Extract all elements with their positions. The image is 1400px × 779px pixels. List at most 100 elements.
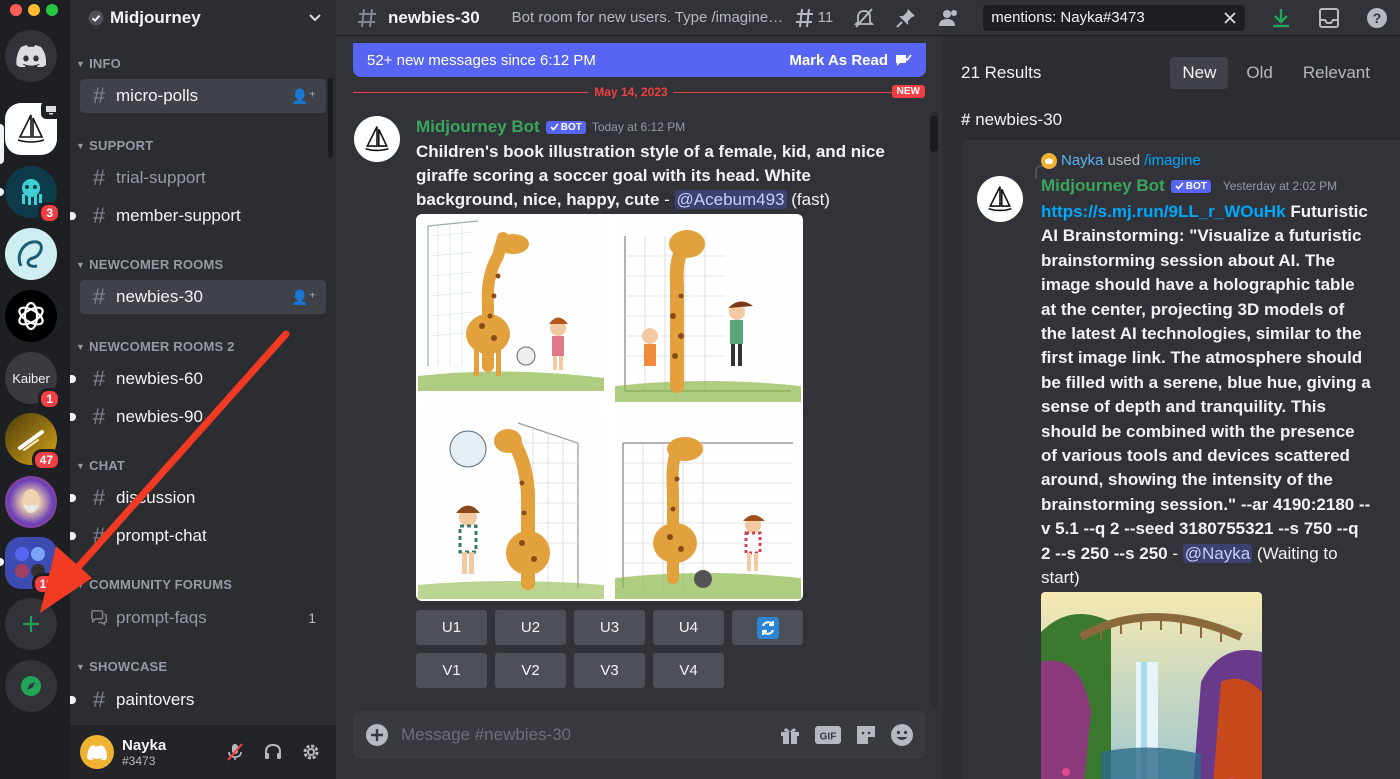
channel-name: newbies-60	[116, 369, 203, 388]
image-cell-4[interactable]	[615, 413, 801, 599]
upscale-3-button[interactable]: U3	[574, 610, 645, 645]
user-mention[interactable]: @Acebum493	[674, 190, 787, 209]
channel-micro-polls[interactable]: # micro-polls 👤⁺	[80, 79, 326, 113]
emoji-button[interactable]	[890, 723, 914, 747]
channel-prompt-chat[interactable]: # prompt-chat	[70, 519, 326, 553]
channel-discussion[interactable]: # discussion	[70, 481, 326, 515]
image-cell-3[interactable]	[418, 413, 604, 599]
explore-servers-button[interactable]	[5, 660, 57, 712]
attach-button[interactable]	[365, 723, 389, 747]
member-list-button[interactable]	[937, 7, 961, 29]
channel-topbar: newbies-30 Bot room for new users. Type …	[336, 0, 1400, 36]
category-support[interactable]: ▼ SUPPORT	[76, 138, 153, 153]
home-button[interactable]	[5, 30, 57, 82]
channel-newbies-30[interactable]: # newbies-30 👤⁺	[80, 280, 326, 314]
threads-button[interactable]: 11	[794, 7, 833, 29]
sticker-button[interactable]	[854, 723, 878, 747]
image-cell-1[interactable]	[418, 216, 604, 402]
sort-old-tab[interactable]: Old	[1234, 57, 1284, 89]
add-server-button[interactable]	[5, 598, 57, 650]
reply-command[interactable]: /imagine	[1144, 152, 1201, 169]
server-avatar-art[interactable]	[5, 476, 57, 528]
reply-username[interactable]: Nayka	[1061, 152, 1104, 169]
category-showcase[interactable]: ▼ SHOWCASE	[76, 659, 167, 674]
server-light[interactable]: 47	[5, 413, 61, 471]
server-openai[interactable]	[5, 290, 57, 342]
category-info[interactable]: ▼ INFO	[76, 56, 121, 71]
upscale-4-button[interactable]: U4	[653, 610, 724, 645]
user-avatar-icon	[1041, 152, 1057, 169]
user-mention[interactable]: @Nayka	[1182, 543, 1253, 563]
variation-1-button[interactable]: V1	[416, 653, 487, 688]
deafen-button[interactable]	[258, 737, 288, 767]
variation-4-button[interactable]: V4	[653, 653, 724, 688]
category-community-forums[interactable]: ▼ COMMUNITY FORUMS	[76, 577, 232, 592]
chevron-down-icon: ▼	[76, 661, 86, 672]
search-box[interactable]	[983, 4, 1246, 31]
category-newcomer-rooms-2[interactable]: ▼ NEWCOMER ROOMS 2	[76, 339, 235, 354]
close-icon[interactable]	[1223, 11, 1237, 25]
scroll-thumb[interactable]	[930, 116, 938, 152]
reroll-button[interactable]	[732, 610, 803, 645]
command-reply[interactable]: Nayka used /imagine	[1041, 152, 1201, 169]
result-author[interactable]: Midjourney Bot	[1041, 176, 1165, 196]
variation-3-button[interactable]: V3	[574, 653, 645, 688]
channel-name: member-support	[116, 206, 241, 225]
channel-topic[interactable]: Bot room for new users. Type /imagine th…	[512, 9, 784, 26]
minimize-window-button[interactable]	[28, 4, 40, 16]
image-cell-2[interactable]	[615, 216, 801, 402]
hash-icon: #	[92, 366, 106, 391]
search-result-card[interactable]: Nayka used /imagine Midjourney Bot BOT Y…	[961, 140, 1400, 779]
bot-avatar[interactable]	[354, 116, 400, 162]
upscale-1-button[interactable]: U1	[416, 610, 487, 645]
channel-newbies-60[interactable]: # newbies-60	[70, 362, 326, 396]
server-kaiber[interactable]: Kaiber 1	[5, 352, 61, 410]
variation-2-button[interactable]: V2	[495, 653, 566, 688]
channel-paintovers[interactable]: # paintovers	[70, 683, 326, 717]
mark-as-read-button[interactable]: Mark As Read	[789, 52, 912, 69]
message-author[interactable]: Midjourney Bot	[416, 117, 540, 137]
bot-avatar[interactable]	[977, 176, 1023, 222]
upscale-2-button[interactable]: U2	[495, 610, 566, 645]
new-messages-banner[interactable]: 52+ new messages since 6:12 PM Mark As R…	[353, 43, 926, 77]
sidebar-scrollbar[interactable]	[328, 78, 333, 158]
pinned-messages-button[interactable]	[895, 7, 917, 29]
channel-member-support[interactable]: # member-support	[70, 199, 326, 233]
server-leonardo[interactable]	[5, 228, 57, 280]
hash-icon: #	[92, 203, 106, 228]
hash-icon: #	[961, 110, 976, 129]
channel-prompt-faqs[interactable]: prompt-faqs 1	[80, 601, 326, 635]
result-image-preview[interactable]	[1041, 592, 1262, 779]
prompt-link[interactable]: https://s.mj.run/9LL_r_WOuHk	[1041, 202, 1286, 221]
category-chat[interactable]: ▼ CHAT	[76, 458, 125, 473]
server-folder[interactable]: 12	[5, 537, 61, 595]
result-channel[interactable]: # newbies-30	[961, 110, 1062, 130]
add-member-icon[interactable]: 👤⁺	[291, 88, 316, 105]
close-window-button[interactable]	[10, 4, 22, 16]
server-octo[interactable]: 3	[5, 166, 61, 224]
category-newcomer-rooms[interactable]: ▼ NEWCOMER ROOMS	[76, 257, 223, 272]
message-input[interactable]	[401, 725, 766, 745]
zoom-window-button[interactable]	[46, 4, 58, 16]
updates-download-button[interactable]	[1269, 6, 1293, 30]
help-button[interactable]: ?	[1365, 6, 1389, 30]
notification-settings-button[interactable]	[853, 7, 875, 29]
inbox-button[interactable]	[1317, 6, 1341, 30]
user-info[interactable]: Nayka #3473	[122, 737, 212, 768]
gif-button[interactable]: GIF	[814, 724, 842, 746]
search-input[interactable]	[991, 9, 1224, 26]
channel-newbies-90[interactable]: # newbies-90	[70, 400, 326, 434]
server-header[interactable]: Midjourney	[70, 0, 336, 36]
sort-relevant-tab[interactable]: Relevant	[1291, 57, 1382, 89]
avatar[interactable]	[80, 735, 114, 769]
server-midjourney[interactable]	[5, 101, 61, 155]
mute-mic-button[interactable]	[220, 737, 250, 767]
image-grid[interactable]	[416, 214, 803, 601]
chat-scrollbar[interactable]	[930, 112, 938, 708]
user-settings-button[interactable]	[296, 737, 326, 767]
channel-trial-support[interactable]: # trial-support	[80, 161, 326, 195]
gift-button[interactable]	[778, 723, 802, 747]
category-label: NEWCOMER ROOMS 2	[89, 339, 235, 354]
sort-new-tab[interactable]: New	[1170, 57, 1229, 89]
add-member-icon[interactable]: 👤⁺	[291, 289, 316, 306]
